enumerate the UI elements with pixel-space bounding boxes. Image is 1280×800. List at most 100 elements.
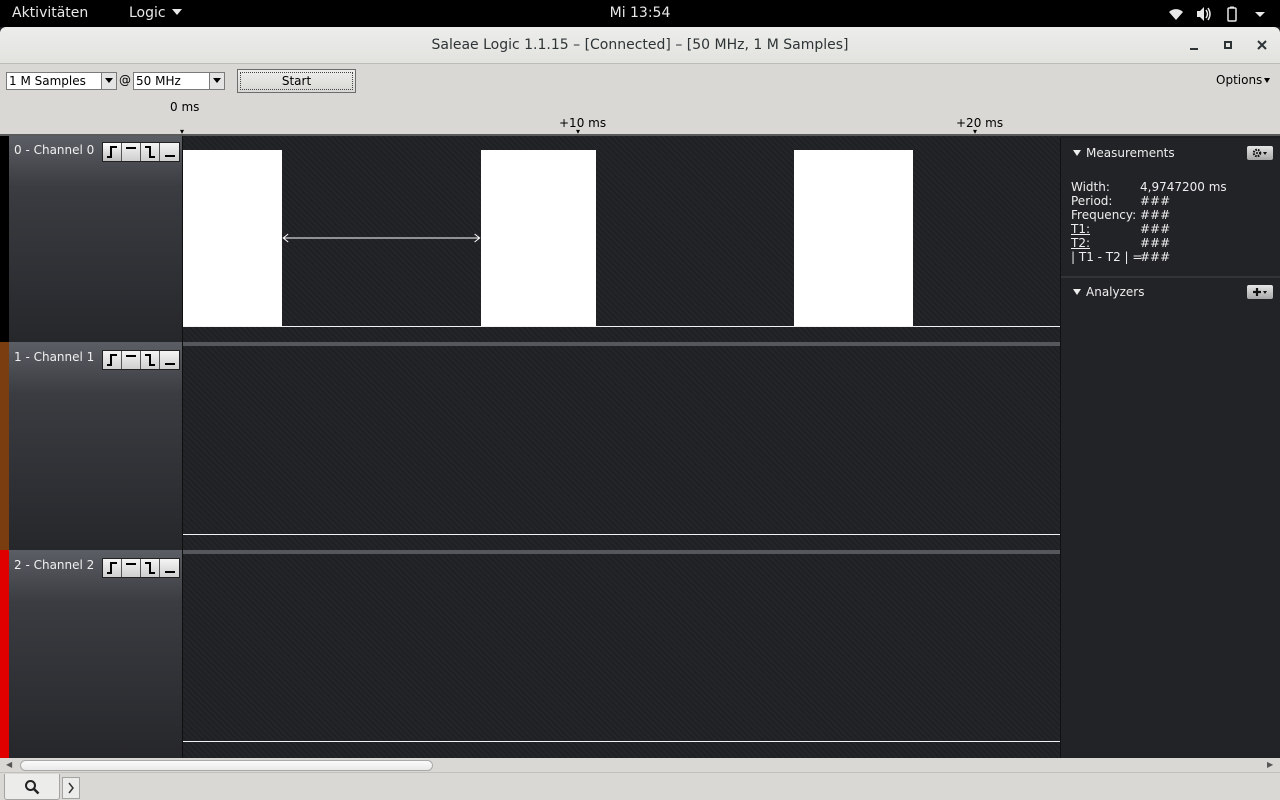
width-measurement-arrow [282, 233, 481, 243]
search-icon [25, 779, 40, 794]
measurement-row-width: Width: 4,9747200 ms [1071, 180, 1271, 194]
measurement-key: | T1 - T2 | = [1071, 250, 1143, 264]
channel-color-strip [0, 342, 9, 550]
measurements-header[interactable]: Measurements [1061, 140, 1280, 166]
top-bar: Aktivitäten Logic Mi 13:54 [0, 0, 1280, 27]
signal-high-pulse-1[interactable] [480, 150, 596, 326]
channel-label-area[interactable]: 2 - Channel 2 [0, 550, 183, 758]
falling-edge-trigger-button[interactable] [141, 559, 160, 577]
timing-marker-t2-link[interactable]: T2: [1071, 236, 1090, 250]
window-titlebar[interactable]: Saleae Logic 1.1.15 – [Connected] – [50 … [0, 27, 1280, 64]
timeline-ruler[interactable]: 0 ms ▾ +10 ms ▾ +20 ms ▾ [0, 98, 1280, 136]
channel-waveform-area[interactable] [183, 136, 1060, 342]
system-menu-caret-icon [1255, 11, 1265, 17]
measurement-row-t2: T2: ### [1071, 236, 1271, 250]
trigger-buttons [102, 350, 180, 370]
scroll-left-icon[interactable]: ◀ [6, 760, 12, 769]
falling-edge-icon [145, 354, 155, 366]
high-level-trigger-button[interactable] [122, 351, 141, 369]
channel-waveform-area[interactable] [183, 550, 1060, 758]
measurement-value: ### [1140, 222, 1171, 236]
signal-high-pulse-2[interactable] [794, 150, 914, 326]
channel-row-1[interactable]: 1 - Channel 1 [0, 342, 1060, 550]
measurement-key: Period: [1071, 194, 1113, 208]
channel-waveform-area[interactable] [183, 342, 1060, 550]
system-tray[interactable] [1168, 5, 1268, 22]
minimize-button[interactable] [1182, 34, 1206, 56]
low-level-icon [164, 363, 175, 365]
close-button[interactable] [1250, 34, 1274, 56]
options-button[interactable]: Options [1216, 73, 1271, 87]
low-level-trigger-button[interactable] [160, 351, 179, 369]
high-level-icon [126, 563, 136, 565]
collapse-triangle-icon[interactable] [1073, 150, 1081, 156]
scroll-right-icon[interactable]: ▶ [1267, 760, 1273, 769]
sample-count-value: 1 M Samples [9, 74, 86, 88]
window-title: Saleae Logic 1.1.15 – [Connected] – [50 … [431, 37, 849, 53]
analyzers-header[interactable]: Analyzers [1061, 279, 1280, 305]
channel-label-area[interactable]: 0 - Channel 0 [0, 136, 183, 342]
measurement-value: ### [1140, 208, 1171, 222]
panel-divider [1061, 276, 1280, 278]
signal-high-pulse-0[interactable] [183, 150, 283, 326]
measurement-value: ### [1140, 236, 1171, 250]
dropdown-arrow-icon[interactable] [209, 73, 224, 89]
sample-rate-select[interactable]: 50 MHz [133, 72, 225, 90]
add-analyzer-button[interactable] [1247, 285, 1273, 299]
rising-edge-trigger-button[interactable] [103, 351, 122, 369]
tick-marker-icon: ▾ [180, 127, 185, 136]
falling-edge-trigger-button[interactable] [141, 143, 160, 161]
signal-low-line [183, 326, 1060, 327]
channel-row-2[interactable]: 2 - Channel 2 [0, 550, 1060, 758]
channel-divider [183, 342, 1060, 346]
tick-label-10ms: +10 ms [559, 116, 607, 130]
rising-edge-icon [107, 354, 117, 366]
rising-edge-icon [107, 562, 117, 574]
channel-name[interactable]: 0 - Channel 0 [14, 143, 94, 157]
falling-edge-icon [145, 146, 155, 158]
maximize-button[interactable] [1216, 34, 1240, 56]
horizontal-scrollbar[interactable]: ◀ ▶ [0, 758, 1280, 772]
chevron-right-icon [68, 782, 74, 794]
measurements-settings-button[interactable] [1247, 146, 1273, 160]
search-tab[interactable] [4, 774, 60, 800]
at-sign-label: @ [119, 73, 131, 87]
gear-icon [1252, 148, 1267, 158]
start-button[interactable]: Start [237, 69, 356, 93]
scrollbar-thumb[interactable] [20, 760, 433, 771]
measurement-row-period: Period: ### [1071, 194, 1271, 208]
high-level-trigger-button[interactable] [122, 559, 141, 577]
falling-edge-trigger-button[interactable] [141, 351, 160, 369]
clock[interactable]: Mi 13:54 [0, 5, 1280, 21]
channel-row-0[interactable]: 0 - Channel 0 [0, 136, 1060, 342]
low-level-trigger-button[interactable] [160, 559, 179, 577]
volume-icon [1197, 6, 1211, 21]
trigger-buttons [102, 142, 180, 162]
maximize-icon [1224, 41, 1232, 49]
sample-count-select[interactable]: 1 M Samples [6, 72, 117, 90]
expand-panel-button[interactable] [62, 777, 80, 799]
collapse-triangle-icon[interactable] [1073, 289, 1081, 295]
rising-edge-trigger-button[interactable] [103, 559, 122, 577]
dropdown-arrow-icon[interactable] [101, 73, 116, 89]
channel-name[interactable]: 1 - Channel 1 [14, 350, 94, 364]
timing-marker-t1-link[interactable]: T1: [1071, 222, 1090, 236]
rising-edge-trigger-button[interactable] [103, 143, 122, 161]
channel-name[interactable]: 2 - Channel 2 [14, 558, 94, 572]
high-level-trigger-button[interactable] [122, 143, 141, 161]
high-level-icon [126, 147, 136, 149]
trigger-buttons [102, 558, 180, 578]
plus-icon [1253, 288, 1267, 296]
channel-label-area[interactable]: 1 - Channel 1 [0, 342, 183, 550]
signal-low-line [183, 534, 1060, 535]
analyzers-title: Analyzers [1086, 285, 1145, 299]
bottom-bar [0, 772, 1280, 800]
measurement-value: ### [1140, 250, 1171, 264]
tick-marker-icon: ▾ [576, 127, 581, 136]
minimize-icon [1190, 48, 1198, 50]
channel-color-strip [0, 136, 9, 342]
low-level-icon [164, 155, 175, 157]
channel-color-strip [0, 550, 9, 758]
low-level-trigger-button[interactable] [160, 143, 179, 161]
falling-edge-icon [145, 562, 155, 574]
